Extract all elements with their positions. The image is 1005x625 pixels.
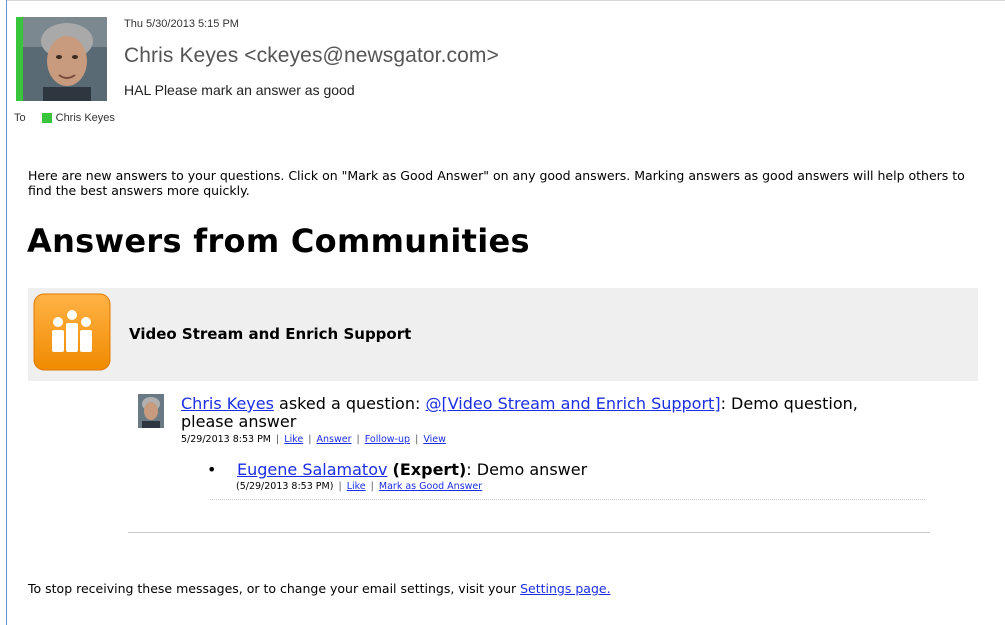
question-like-link[interactable]: Like [284,434,303,445]
top-divider [6,0,1005,1]
message-date: Thu 5/30/2013 5:15 PM [124,18,239,30]
reading-pane-edge [6,0,7,625]
footer-text: To stop receiving these messages, or to … [28,581,611,596]
section-heading: Answers from Communities [27,222,530,260]
community-name: Video Stream and Enrich Support [129,325,412,343]
footer-message: To stop receiving these messages, or to … [28,581,521,596]
question-meta: 5/29/2013 8:53 PM | Like | Answer | Foll… [181,434,446,445]
question-verb: asked a question: [273,394,426,413]
mark-good-answer-link[interactable]: Mark as Good Answer [379,481,482,492]
question-view-link[interactable]: View [423,434,446,445]
settings-page-link[interactable]: Settings page. [520,581,610,596]
answer-author-role: (Expert) [392,460,467,479]
bullet-icon: • [207,460,217,479]
intro-text: Here are new answers to your questions. … [28,168,965,198]
community-mention-link[interactable]: @[Video Stream and Enrich Support] [425,394,720,413]
to-label: To [14,112,26,124]
presence-bar [16,17,23,101]
question-text: Chris Keyes asked a question: @[Video St… [181,395,901,431]
answer-body: : Demo answer [466,460,588,479]
recipient-name[interactable]: Chris Keyes [56,112,115,124]
community-header: Video Stream and Enrich Support [28,288,978,381]
answer-meta: (5/29/2013 8:53 PM) | Like | Mark as Goo… [236,481,483,492]
question-author-link[interactable]: Chris Keyes [181,394,274,413]
answer-text: Eugene Salamatov (Expert): Demo answer [237,460,587,479]
section-divider [128,532,930,533]
answer-divider [210,499,925,500]
sender-name[interactable]: Chris Keyes <ckeyes@newsgator.com> [124,44,499,68]
message-subject: HAL Please mark an answer as good [124,82,355,98]
question-timestamp: 5/29/2013 8:53 PM [181,434,272,445]
presence-icon [41,113,52,123]
question-author-avatar[interactable] [138,394,164,428]
sender-photo[interactable] [23,17,107,101]
community-icon [33,293,111,371]
answer-like-link[interactable]: Like [347,481,366,492]
sender-photo-image [23,17,107,101]
question-answer-link[interactable]: Answer [317,434,352,445]
question-follow-up-link[interactable]: Follow-up [365,434,410,445]
answer-author-link[interactable]: Eugene Salamatov [237,460,387,479]
answer-timestamp: (5/29/2013 8:53 PM) [236,481,334,492]
recipient-line: To Chris Keyes [14,112,115,124]
